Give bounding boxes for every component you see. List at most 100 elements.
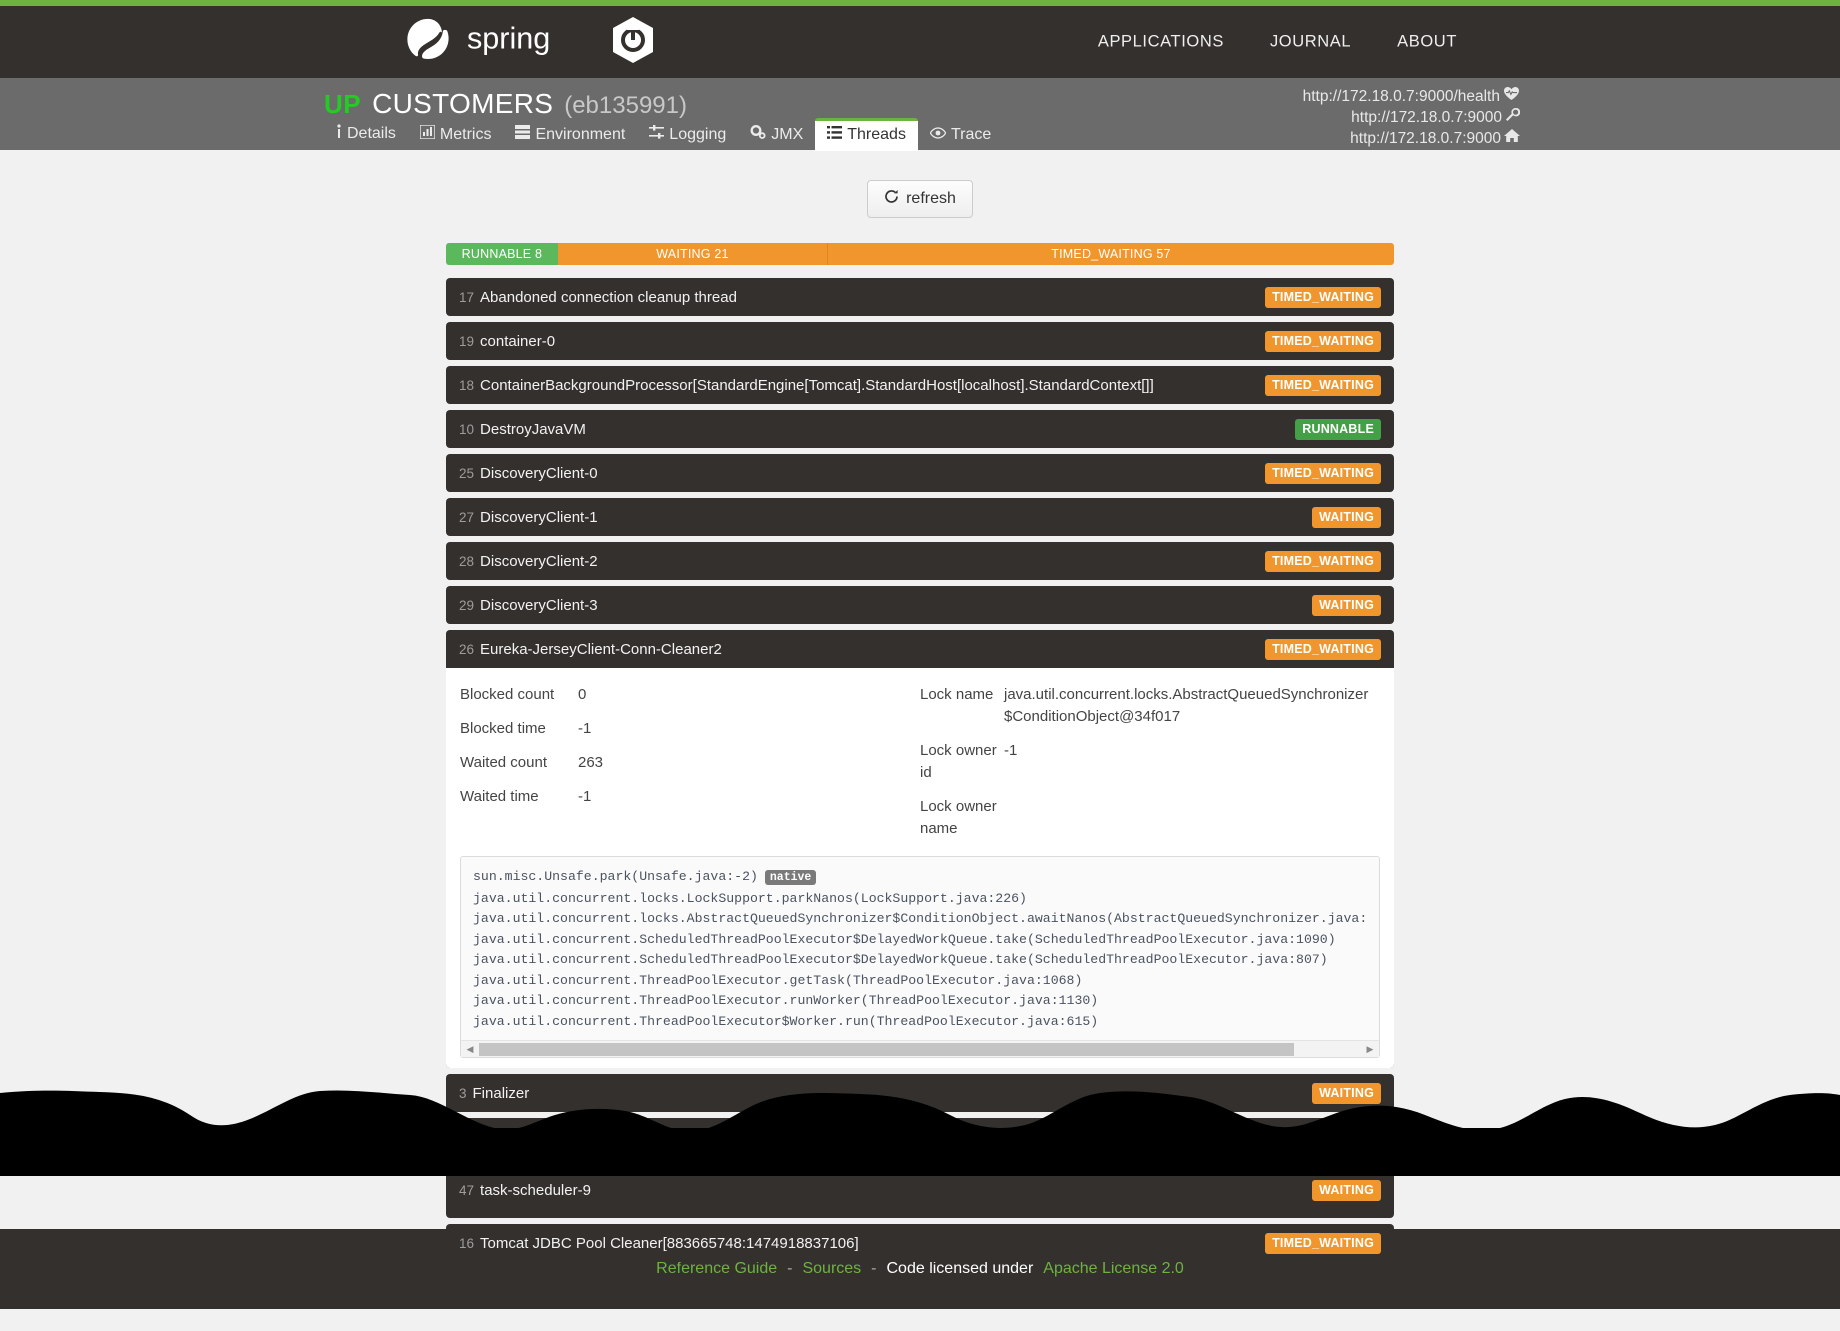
detail-row-blocked-time: Blocked time -1 [460, 718, 920, 740]
list-icon [827, 126, 842, 144]
status-badge-up: UP [324, 89, 361, 120]
heartbeat-icon [1503, 86, 1520, 107]
tab-details[interactable]: Details [324, 120, 408, 150]
thread-metrics-column: Blocked count 0 Blocked time -1 Waited c… [460, 684, 920, 852]
summary-segment-timed-waiting[interactable]: TIMED_WAITING 57 [828, 243, 1394, 265]
table-row[interactable]: 27 DiscoveryClient-1 WAITING [446, 498, 1394, 536]
brand-logo[interactable]: spring [405, 16, 655, 69]
status-badge: WAITING [1312, 1180, 1381, 1201]
tab-trace[interactable]: Trace [918, 122, 1003, 150]
footer-separator-2: - [871, 1260, 876, 1278]
table-row[interactable]: 29 DiscoveryClient-3 WAITING [446, 586, 1394, 624]
table-row[interactable]: 28 DiscoveryClient-2 TIMED_WAITING [446, 542, 1394, 580]
tab-logging-label: Logging [669, 126, 726, 144]
status-badge: TIMED_WAITING [1265, 639, 1381, 660]
thread-id: 29 [459, 598, 474, 613]
table-row-expanded[interactable]: 26 Eureka-JerseyClient-Conn-Cleaner2 TIM… [446, 630, 1394, 668]
gears-icon [750, 125, 766, 144]
detail-row-waited-time: Waited time -1 [460, 786, 920, 808]
thread-name: task-scheduler-9 [480, 1182, 591, 1199]
thread-id: 26 [459, 642, 474, 657]
bar-chart-icon [420, 125, 435, 144]
thread-name: Eureka-JerseyClient-Conn-Cleaner2 [480, 641, 722, 658]
table-row[interactable]: 10 DestroyJavaVM RUNNABLE [446, 410, 1394, 448]
scroll-left-arrow-icon[interactable]: ◀ [463, 1044, 477, 1055]
thread-id: 42 [459, 1130, 474, 1145]
scroll-right-arrow-icon[interactable]: ▶ [1363, 1044, 1377, 1055]
summary-segment-waiting[interactable]: WAITING 21 [558, 243, 828, 265]
stack-frame-text: java.util.concurrent.locks.LockSupport.p… [473, 891, 1027, 906]
footer-license-prefix: Code licensed under [887, 1260, 1034, 1278]
footer-link-license[interactable]: Apache License 2.0 [1043, 1260, 1184, 1278]
thread-detail-body: Blocked count 0 Blocked time -1 Waited c… [446, 668, 1394, 1068]
status-badge: TIMED_WAITING [1265, 375, 1381, 396]
stack-frame-text: java.lang.Thread.run(Thread.java:745) [473, 1034, 766, 1035]
detail-key: Waited time [460, 786, 578, 808]
thread-id: 3 [459, 1086, 467, 1101]
scrollbar-track[interactable] [477, 1043, 1363, 1056]
refresh-icon [884, 189, 899, 209]
nav-item-journal[interactable]: JOURNAL [1270, 33, 1351, 52]
horizontal-scrollbar[interactable]: ◀ ▶ [461, 1040, 1379, 1057]
status-badge: TIMED_WAITING [1265, 463, 1381, 484]
footer-link-sources[interactable]: Sources [802, 1260, 861, 1278]
footer-separator-1: - [787, 1260, 792, 1278]
stack-frame-text: java.util.concurrent.ScheduledThreadPool… [473, 952, 1328, 967]
application-title-block: UP CUSTOMERS (eb135991) [324, 88, 687, 120]
detail-row-lock-owner-name: Lock owner name [920, 796, 1380, 840]
stack-trace-line: java.util.concurrent.ScheduledThreadPool… [473, 950, 1367, 971]
table-row[interactable]: 17 Abandoned connection cleanup thread T… [446, 278, 1394, 316]
table-row[interactable]: 18 ContainerBackgroundProcessor[Standard… [446, 366, 1394, 404]
refresh-button[interactable]: refresh [867, 180, 973, 218]
tab-trace-label: Trace [951, 126, 991, 144]
status-badge: TIMED_WAITING [1265, 331, 1381, 352]
detail-value: 0 [578, 684, 586, 706]
table-row[interactable]: 19 container-0 TIMED_WAITING [446, 322, 1394, 360]
tab-threads[interactable]: Threads [815, 118, 918, 151]
table-row[interactable]: 3 Finalizer WAITING [446, 1074, 1394, 1112]
detail-key: Lock owner id [920, 740, 1004, 784]
nav-links: APPLICATIONS JOURNAL ABOUT [1098, 33, 1457, 52]
nav-item-about[interactable]: ABOUT [1397, 33, 1457, 52]
thread-name: Tomcat JDBC Pool Cleaner[883665748:14749… [480, 1235, 859, 1252]
stack-frame-text: java.util.concurrent.locks.AbstractQueue… [473, 911, 1367, 926]
threads-panel: refresh RUNNABLE 8 WAITING 21 TIMED_WAIT… [0, 150, 1840, 1229]
nav-item-applications[interactable]: APPLICATIONS [1098, 33, 1224, 52]
thread-name: DestroyJavaVM [480, 421, 586, 438]
thread-id: 19 [459, 334, 474, 349]
detail-key: Lock name [920, 684, 1004, 706]
table-row[interactable]: 42 http-nio-9000-Acceptor-0 RUNNABLE [446, 1118, 1394, 1156]
endpoint-health[interactable]: http://172.18.0.7:9000/health [1303, 86, 1520, 107]
svg-text:spring: spring [467, 23, 550, 55]
stack-trace-line: java.util.concurrent.locks.AbstractQueue… [473, 909, 1367, 930]
tab-metrics-label: Metrics [440, 126, 492, 144]
detail-row-lock-name: Lock name java.util.concurrent.locks.Abs… [920, 684, 1380, 728]
detail-key: Blocked time [460, 718, 578, 740]
tab-environment[interactable]: Environment [503, 121, 637, 150]
table-row[interactable]: 47 task-scheduler-9 WAITING [446, 1162, 1394, 1218]
table-row[interactable]: 25 DiscoveryClient-0 TIMED_WAITING [446, 454, 1394, 492]
detail-value: -1 [578, 718, 591, 740]
detail-row-waited-count: Waited count 263 [460, 752, 920, 774]
application-instance-id: (eb135991) [564, 92, 687, 120]
scrollbar-thumb[interactable] [479, 1043, 1294, 1056]
detail-value: java.util.concurrent.locks.AbstractQueue… [1004, 684, 1380, 728]
application-subheader: UP CUSTOMERS (eb135991) http://172.18.0.… [0, 78, 1840, 150]
thread-id: 28 [459, 554, 474, 569]
thread-name: container-0 [480, 333, 555, 350]
stack-trace-lines: sun.misc.Unsafe.park(Unsafe.java:-2)nati… [473, 867, 1367, 1035]
status-badge: TIMED_WAITING [1265, 551, 1381, 572]
brand-wordmark: spring [467, 23, 595, 62]
tab-metrics[interactable]: Metrics [408, 121, 504, 150]
stack-trace-line: java.util.concurrent.locks.LockSupport.p… [473, 889, 1367, 910]
stack-trace-line: java.util.concurrent.ThreadPoolExecutor$… [473, 1012, 1367, 1033]
tab-jmx[interactable]: JMX [738, 121, 815, 150]
summary-segment-runnable[interactable]: RUNNABLE 8 [446, 243, 558, 265]
table-row[interactable]: 16 Tomcat JDBC Pool Cleaner[883665748:14… [446, 1224, 1394, 1262]
footer-link-reference-guide[interactable]: Reference Guide [656, 1260, 777, 1278]
detail-row-lock-owner-id: Lock owner id -1 [920, 740, 1380, 784]
thread-name: DiscoveryClient-0 [480, 465, 598, 482]
tab-environment-label: Environment [535, 126, 625, 144]
thread-name: ContainerBackgroundProcessor[StandardEng… [480, 377, 1154, 394]
tab-logging[interactable]: Logging [637, 121, 738, 150]
